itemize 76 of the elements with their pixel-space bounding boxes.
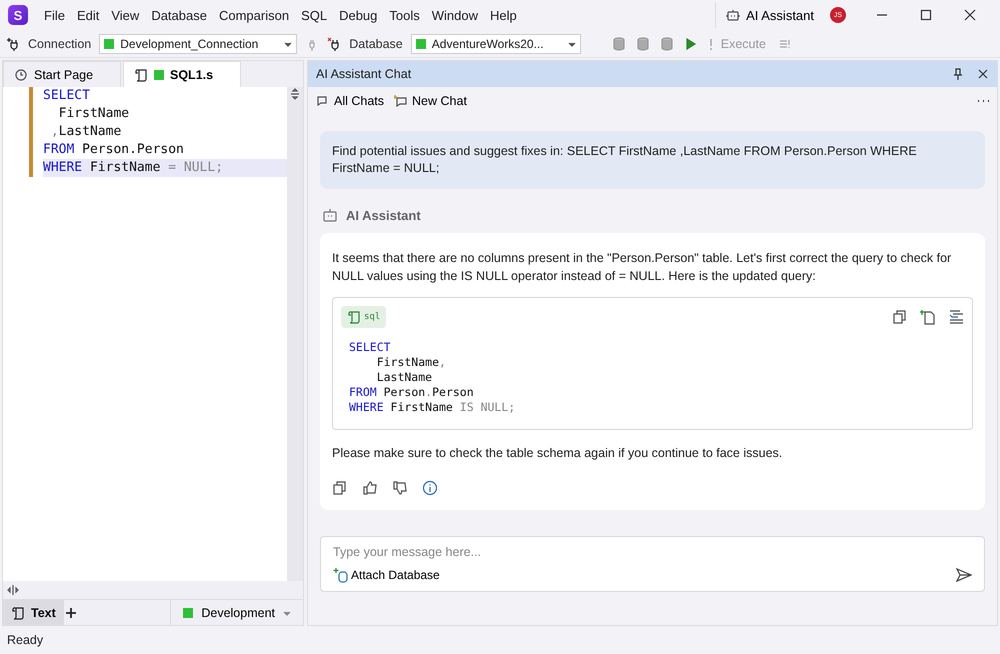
pin-icon[interactable]	[953, 68, 963, 80]
status-text: Ready	[6, 632, 44, 649]
menu-item[interactable]: Database	[145, 8, 213, 22]
replace-icon	[948, 309, 964, 325]
thumbs-up-icon[interactable]	[362, 480, 378, 496]
reply-text: Please make sure to check the table schema again if you continue to face issues.	[332, 445, 784, 462]
menu-item[interactable]: Tools	[383, 8, 426, 22]
close-icon	[963, 8, 977, 22]
send-icon	[956, 567, 972, 583]
reply-text: It seems that there are no columns present in the "Person.Person" table. Let's first correct the query to check for NULL values using the IS NULL operator instead of = NULL. Here is the updated query:	[332, 250, 952, 285]
code-line: FROM Person.Person	[43, 141, 185, 159]
replace-button[interactable]	[948, 309, 964, 325]
code-line: FirstName	[58, 105, 130, 123]
code-line: FirstName,	[376, 355, 447, 370]
info-icon[interactable]	[422, 480, 438, 496]
robot-icon	[726, 8, 740, 22]
menu-item[interactable]: Help	[484, 8, 523, 22]
app-logo: S	[8, 5, 28, 25]
new-chat-button[interactable]: New Chat	[394, 94, 467, 108]
code-line: LastName	[376, 370, 434, 385]
message-input-box[interactable]: Type your message here... Attach Database	[320, 536, 985, 592]
script-icon	[134, 68, 148, 82]
database-plus-icon	[333, 567, 349, 583]
caret-icon	[283, 608, 291, 616]
connection-dropdown[interactable]: Development_Connection	[99, 34, 298, 54]
ai-assistant-button[interactable]: AI Assistant	[715, 2, 824, 28]
code-line: SELECT	[43, 87, 91, 105]
database-icon	[610, 36, 627, 52]
split-icon	[289, 87, 301, 101]
maximize-icon	[919, 8, 933, 22]
menu-item[interactable]: Window	[426, 8, 484, 22]
close-icon[interactable]	[977, 68, 989, 80]
chat-plus-icon	[394, 94, 408, 108]
connection-label: Connection	[28, 36, 92, 50]
menu-item[interactable]: SQL	[295, 8, 334, 22]
attach-database-button[interactable]: Attach Database	[333, 567, 440, 583]
thumbs-down-icon[interactable]	[392, 480, 408, 496]
menu-item[interactable]: Debug	[333, 8, 384, 22]
code-line: WHERE FirstName IS NULL;	[349, 400, 516, 415]
menu-item[interactable]: Edit	[70, 8, 106, 22]
database-label: Database	[349, 36, 403, 50]
menu-item[interactable]: View	[105, 8, 146, 22]
editor-tab[interactable]: SQL1.s	[123, 61, 241, 87]
database-dropdown[interactable]: AdventureWorks20...	[410, 34, 581, 54]
database-icon	[634, 36, 651, 52]
plug-x-icon[interactable]	[327, 36, 342, 50]
caret-icon	[284, 40, 292, 48]
text-view-tab[interactable]: Text	[3, 600, 64, 625]
exclamation-icon	[708, 36, 713, 50]
assistant-name: AI Assistant	[346, 208, 421, 222]
caret-icon	[568, 40, 576, 48]
all-chats-button[interactable]: All Chats	[316, 94, 384, 108]
script-icon	[11, 606, 25, 620]
copy-icon	[892, 309, 908, 325]
new-document-icon	[920, 309, 936, 325]
plug-plus-icon[interactable]	[6, 36, 20, 50]
script-icon	[347, 310, 361, 324]
menu-item[interactable]: File	[38, 8, 71, 22]
copy-button[interactable]	[892, 309, 908, 325]
language-tag: sql	[341, 306, 386, 328]
split-icon	[7, 584, 19, 596]
start-page-icon	[14, 68, 28, 82]
user-message: Find potential issues and suggest fixes in: SELECT FirstName ,LastName FROM Person.Person WHERE FirstName = NULL;	[320, 131, 985, 189]
panel-title: AI Assistant Chat	[316, 67, 412, 81]
database-icon	[658, 36, 675, 52]
code-line: FROM Person.Person	[349, 385, 475, 400]
plus-icon[interactable]	[64, 606, 78, 620]
code-line: ,LastName	[50, 123, 122, 141]
menu-item[interactable]: Comparison	[212, 8, 296, 22]
send-button[interactable]	[956, 567, 972, 583]
robot-icon	[322, 207, 338, 223]
connection-selector[interactable]: Development	[170, 600, 303, 625]
editor-tab[interactable]: Start Page	[3, 61, 121, 87]
copy-icon[interactable]	[332, 480, 348, 496]
code-line: SELECT	[349, 340, 392, 355]
insert-button[interactable]	[920, 309, 936, 325]
